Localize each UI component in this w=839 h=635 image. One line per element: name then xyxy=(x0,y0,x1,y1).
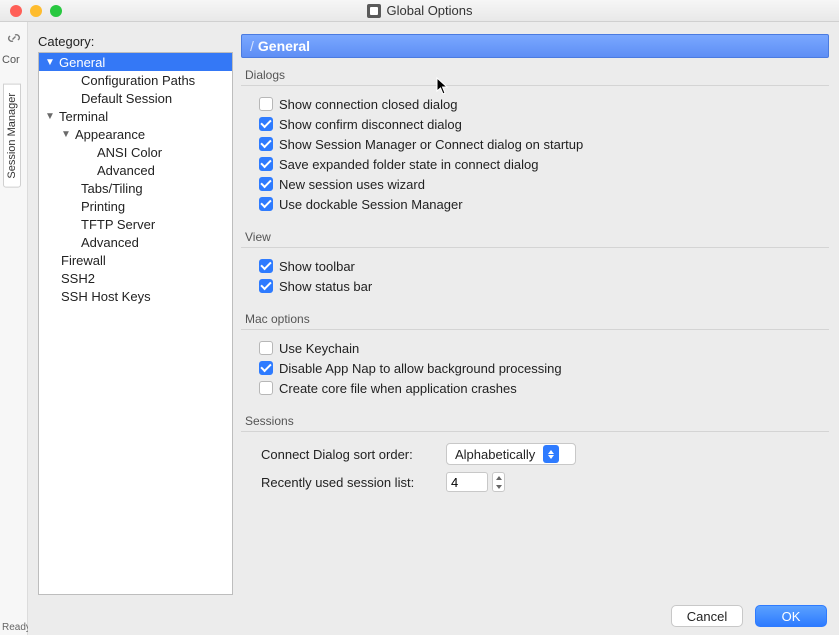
status-ready: Ready xyxy=(2,622,31,633)
window-title: Global Options xyxy=(0,3,839,18)
ok-button[interactable]: OK xyxy=(755,605,827,627)
checkbox-use-keychain[interactable] xyxy=(259,341,273,355)
checkbox-label: Show status bar xyxy=(279,279,372,294)
titlebar: Global Options xyxy=(0,0,839,22)
section-sessions: Connect Dialog sort order: Alphabeticall… xyxy=(241,438,829,506)
recently-used-stepper xyxy=(446,472,505,492)
recently-used-input[interactable] xyxy=(446,472,488,492)
sort-order-value: Alphabetically xyxy=(455,447,535,462)
checkbox-label: Save expanded folder state in connect di… xyxy=(279,157,538,172)
divider xyxy=(241,329,829,330)
session-manager-tab[interactable]: Session Manager xyxy=(3,84,21,188)
section-mac: Use Keychain Disable App Nap to allow ba… xyxy=(241,336,829,408)
checkbox-label: Show Session Manager or Connect dialog o… xyxy=(279,137,583,152)
tree-item-general[interactable]: ▼General xyxy=(39,53,232,71)
updown-arrow-icon xyxy=(543,445,559,463)
tree-item-ansi-color[interactable]: ANSI Color xyxy=(39,143,232,161)
section-dialogs: Show connection closed dialog Show confi… xyxy=(241,92,829,224)
stepper-up-icon[interactable] xyxy=(493,473,504,482)
section-view-title: View xyxy=(241,224,829,247)
tree-item-tabs-tiling[interactable]: Tabs/Tiling xyxy=(39,179,232,197)
section-sessions-title: Sessions xyxy=(241,408,829,431)
tree-item-tftp-server[interactable]: TFTP Server xyxy=(39,215,232,233)
minimize-window-button[interactable] xyxy=(30,5,42,17)
tree-item-config-paths[interactable]: Configuration Paths xyxy=(39,71,232,89)
stepper-buttons[interactable] xyxy=(492,472,505,492)
pane-header: /General xyxy=(241,34,829,58)
link-icon[interactable] xyxy=(4,28,24,48)
tree-item-appearance[interactable]: ▼Appearance xyxy=(39,125,232,143)
disclosure-down-icon: ▼ xyxy=(59,129,73,140)
tree-item-ssh2[interactable]: SSH2 xyxy=(39,269,232,287)
checkbox-show-conn-closed[interactable] xyxy=(259,97,273,111)
sort-order-select[interactable]: Alphabetically xyxy=(446,443,576,465)
zoom-window-button[interactable] xyxy=(50,5,62,17)
window-controls xyxy=(10,5,62,17)
tree-item-advanced-appearance[interactable]: Advanced xyxy=(39,161,232,179)
checkbox-new-session-wizard[interactable] xyxy=(259,177,273,191)
divider xyxy=(241,85,829,86)
stepper-down-icon[interactable] xyxy=(493,482,504,491)
checkbox-confirm-disconnect[interactable] xyxy=(259,117,273,131)
tree-item-printing[interactable]: Printing xyxy=(39,197,232,215)
app-icon xyxy=(367,4,381,18)
tree-item-advanced-terminal[interactable]: Advanced xyxy=(39,233,232,251)
close-window-button[interactable] xyxy=(10,5,22,17)
checkbox-label: Show connection closed dialog xyxy=(279,97,458,112)
checkbox-show-status-bar[interactable] xyxy=(259,279,273,293)
options-content: /General Dialogs Show connection closed … xyxy=(241,34,829,595)
checkbox-label: Use dockable Session Manager xyxy=(279,197,463,212)
section-mac-title: Mac options xyxy=(241,306,829,329)
checkbox-save-expanded-folder[interactable] xyxy=(259,157,273,171)
tree-item-terminal[interactable]: ▼Terminal xyxy=(39,107,232,125)
recently-used-label: Recently used session list: xyxy=(261,475,436,490)
divider xyxy=(241,431,829,432)
cor-label: Cor xyxy=(0,54,27,66)
checkbox-label: Show toolbar xyxy=(279,259,355,274)
checkbox-label: Create core file when application crashe… xyxy=(279,381,517,396)
global-options-dialog: Category: ▼General Configuration Paths D… xyxy=(28,22,839,635)
checkbox-label: Use Keychain xyxy=(279,341,359,356)
pane-title: General xyxy=(258,38,310,54)
cancel-button[interactable]: Cancel xyxy=(671,605,743,627)
checkbox-label: New session uses wizard xyxy=(279,177,425,192)
section-dialogs-title: Dialogs xyxy=(241,62,829,85)
tree-item-firewall[interactable]: Firewall xyxy=(39,251,232,269)
checkbox-disable-app-nap[interactable] xyxy=(259,361,273,375)
window-title-text: Global Options xyxy=(387,3,473,18)
checkbox-label: Disable App Nap to allow background proc… xyxy=(279,361,562,376)
sort-order-label: Connect Dialog sort order: xyxy=(261,447,436,462)
checkbox-show-toolbar[interactable] xyxy=(259,259,273,273)
category-tree[interactable]: ▼General Configuration Paths Default Ses… xyxy=(38,52,233,595)
disclosure-down-icon: ▼ xyxy=(43,57,57,68)
section-view: Show toolbar Show status bar xyxy=(241,254,829,306)
tree-item-default-session[interactable]: Default Session xyxy=(39,89,232,107)
category-label: Category: xyxy=(38,34,94,49)
divider xyxy=(241,247,829,248)
disclosure-down-icon: ▼ xyxy=(43,111,57,122)
checkbox-create-core-file[interactable] xyxy=(259,381,273,395)
left-toolbar: Cor Session Manager Ready xyxy=(0,22,28,635)
dialog-footer: Cancel OK xyxy=(671,605,827,627)
checkbox-label: Show confirm disconnect dialog xyxy=(279,117,462,132)
tree-item-ssh-host-keys[interactable]: SSH Host Keys xyxy=(39,287,232,305)
checkbox-show-sm-on-startup[interactable] xyxy=(259,137,273,151)
checkbox-use-dockable-sm[interactable] xyxy=(259,197,273,211)
